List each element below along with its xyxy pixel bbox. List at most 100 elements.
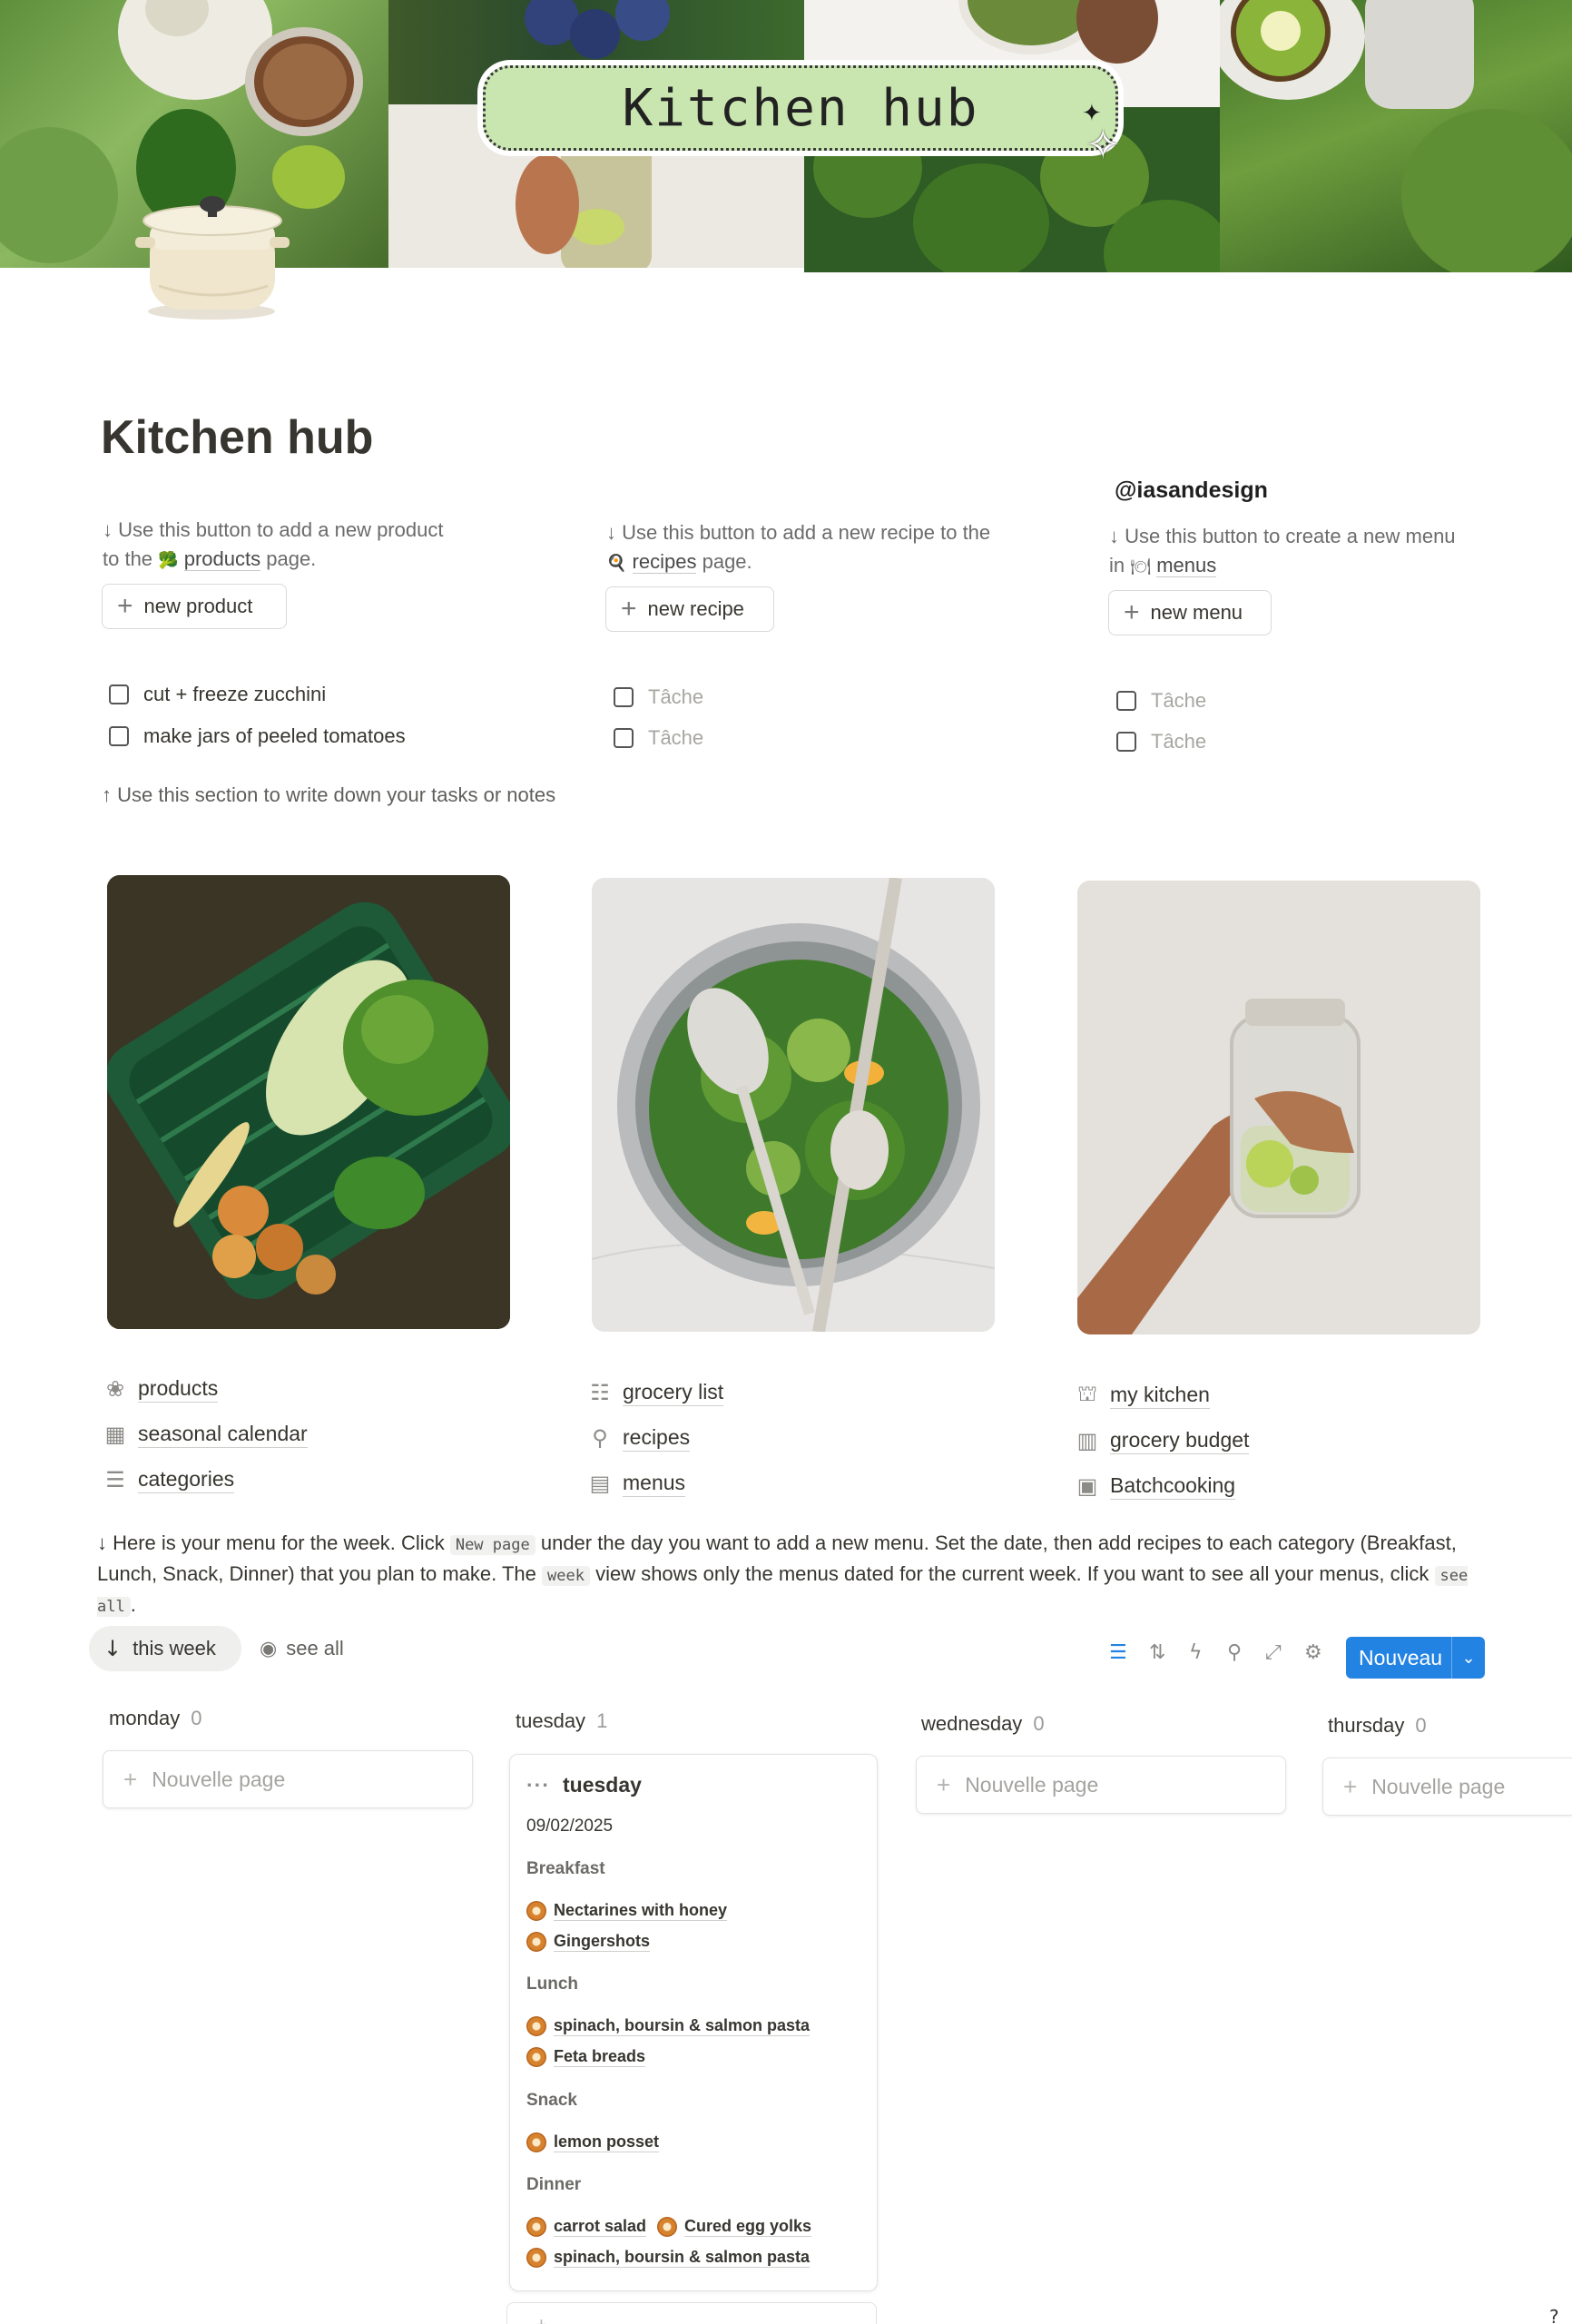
new-page-label-clipped: + bbox=[535, 2313, 547, 2324]
link-products[interactable]: ❀ products bbox=[102, 1375, 219, 1403]
cover-tile-salad bbox=[1220, 0, 1572, 272]
recipe-icon bbox=[526, 1901, 546, 1921]
new-button[interactable]: Nouveau ⌄ bbox=[1346, 1637, 1485, 1679]
menus-link[interactable]: menus bbox=[1156, 554, 1217, 577]
view-tab-see-all[interactable]: ◉ see all bbox=[260, 1626, 344, 1671]
card-title: ··· tuesday bbox=[526, 1773, 642, 1797]
recipe-icon bbox=[526, 2132, 546, 2152]
link-recipes[interactable]: ⚲ recipes bbox=[586, 1424, 691, 1452]
plus-icon: + bbox=[937, 1770, 951, 1798]
plus-icon: + bbox=[1343, 1772, 1358, 1800]
link-categories[interactable]: ☰ categories bbox=[102, 1466, 235, 1493]
new-recipe-button[interactable]: + new recipe bbox=[605, 586, 774, 632]
products-hint: ↓ Use this button to add a new product t… bbox=[103, 518, 444, 571]
todo-item[interactable]: Tâche bbox=[614, 685, 703, 709]
chevron-down-icon[interactable]: ⌄ bbox=[1452, 1649, 1485, 1668]
filter-icon[interactable]: ☰ bbox=[1109, 1643, 1127, 1663]
search-icon[interactable]: ⚲ bbox=[1227, 1643, 1242, 1663]
card-section-label: Breakfast bbox=[526, 1859, 605, 1878]
settings-icon[interactable]: ⚙ bbox=[1304, 1643, 1322, 1663]
products-link[interactable]: products bbox=[183, 547, 261, 571]
automation-icon[interactable]: ϟ bbox=[1189, 1643, 1203, 1663]
plus-icon: + bbox=[621, 594, 637, 624]
checkbox[interactable] bbox=[109, 726, 129, 746]
checkbox[interactable] bbox=[614, 687, 634, 707]
recipe-icon bbox=[657, 2217, 677, 2237]
new-page-button[interactable]: + Nouvelle page bbox=[1322, 1758, 1572, 1816]
checkbox[interactable] bbox=[1116, 691, 1136, 711]
todo-item[interactable]: Tâche bbox=[614, 726, 703, 750]
page-title: Kitchen hub bbox=[101, 411, 374, 464]
calendar-icon: ▦ bbox=[104, 1422, 126, 1447]
recipe-icon bbox=[526, 2047, 546, 2067]
sparkle-icon: ✧ bbox=[1086, 120, 1121, 169]
new-page-button[interactable]: + Nouvelle page bbox=[103, 1750, 473, 1808]
tasks-note: ↑ Use this section to write down your ta… bbox=[102, 783, 556, 806]
board-column-header: wednesday 0 bbox=[921, 1712, 1045, 1735]
checklist-icon: ☷ bbox=[590, 1380, 610, 1405]
author-handle: @iasandesign bbox=[1115, 478, 1268, 503]
plus-icon: + bbox=[1124, 597, 1140, 627]
todo-item[interactable]: Tâche bbox=[1116, 730, 1206, 753]
link-seasonal-calendar[interactable]: ▦ seasonal calendar bbox=[102, 1421, 308, 1448]
recipe-item[interactable]: spinach, boursin & salmon pasta bbox=[526, 2248, 811, 2268]
todo-item[interactable]: cut + freeze zucchini bbox=[109, 683, 326, 706]
expand-icon[interactable]: ⤢ bbox=[1265, 1643, 1282, 1663]
photo-basket bbox=[107, 875, 510, 1329]
recipe-icon bbox=[526, 2248, 546, 2268]
menus-hint: ↓ Use this button to create a new menu i… bbox=[1109, 525, 1456, 577]
card-date: 09/02/2025 bbox=[526, 1817, 614, 1836]
todo-item[interactable]: make jars of peeled tomatoes bbox=[109, 724, 406, 748]
plus-icon: + bbox=[123, 1765, 138, 1793]
help-icon[interactable]: ? bbox=[1549, 2306, 1559, 2324]
new-product-button[interactable]: + new product bbox=[102, 584, 287, 629]
basket-icon: ⛫ bbox=[1076, 1382, 1098, 1406]
new-menu-button[interactable]: + new menu bbox=[1108, 590, 1272, 635]
sort-icon[interactable]: ⇅ bbox=[1149, 1643, 1165, 1663]
recipe-item[interactable]: Cured egg yolks bbox=[657, 2217, 812, 2237]
checkbox[interactable] bbox=[1116, 732, 1136, 752]
recipe-item[interactable]: lemon posset bbox=[526, 2132, 660, 2152]
new-page-button[interactable] bbox=[506, 2302, 877, 2324]
page-icon-pot[interactable] bbox=[132, 186, 295, 322]
link-grocery-list[interactable]: ☷ grocery list bbox=[586, 1379, 724, 1406]
board-column-header: monday 0 bbox=[109, 1707, 202, 1729]
recipe-icon bbox=[526, 2217, 546, 2237]
todo-item[interactable]: Tâche bbox=[1116, 689, 1206, 713]
cover-title-banner: Kitchen hub bbox=[483, 65, 1118, 151]
recipes-link[interactable]: recipes bbox=[632, 550, 697, 574]
card-section-label: Snack bbox=[526, 2091, 577, 2110]
eye-icon: ◉ bbox=[260, 1637, 278, 1660]
card-section-label: Dinner bbox=[526, 2175, 582, 2194]
calendar-icon: ▤ bbox=[589, 1471, 611, 1496]
view-tab-this-week[interactable]: ↓ this week bbox=[89, 1626, 241, 1671]
checkbox[interactable] bbox=[109, 684, 129, 704]
receipt-icon: ▥ bbox=[1076, 1428, 1098, 1453]
recipe-item[interactable]: carrot salad bbox=[526, 2217, 647, 2237]
link-grocery-budget[interactable]: ▥ grocery budget bbox=[1074, 1427, 1250, 1454]
recipe-item[interactable]: Feta breads bbox=[526, 2047, 646, 2067]
search-recipe-icon: ⚲ bbox=[592, 1425, 608, 1451]
recipe-item[interactable]: Gingershots bbox=[526, 1932, 651, 1952]
arrow-down-icon: ↓ bbox=[103, 1636, 123, 1661]
photo-salad-bowl bbox=[592, 878, 995, 1332]
menu-intro-text: ↓ Here is your menu for the week. Click … bbox=[97, 1531, 1469, 1617]
broccoli-icon: ❀ bbox=[105, 1376, 125, 1402]
recipe-item[interactable]: spinach, boursin & salmon pasta bbox=[526, 2016, 811, 2036]
menu-card[interactable]: ··· tuesday 09/02/2025 Breakfast Nectari… bbox=[509, 1754, 878, 2291]
photo-water-glass bbox=[1077, 881, 1480, 1334]
recipe-icon bbox=[526, 2016, 546, 2036]
recipe-icon bbox=[526, 1932, 546, 1952]
board-column-header: tuesday 1 bbox=[516, 1709, 608, 1732]
new-page-button[interactable]: + Nouvelle page bbox=[916, 1756, 1286, 1814]
link-menus[interactable]: ▤ menus bbox=[586, 1470, 686, 1497]
link-batchcooking[interactable]: ▣ Batchcooking bbox=[1074, 1472, 1236, 1500]
recipe-item[interactable]: Nectarines with honey bbox=[526, 1901, 728, 1921]
more-icon[interactable]: ··· bbox=[526, 1773, 550, 1797]
card-section-label: Lunch bbox=[526, 1974, 578, 1994]
checkbox[interactable] bbox=[614, 728, 634, 748]
list-icon: ☰ bbox=[105, 1467, 125, 1492]
plus-icon: + bbox=[117, 591, 133, 621]
recipes-hint: ↓ Use this button to add a new recipe to… bbox=[606, 521, 991, 574]
link-my-kitchen[interactable]: ⛫ my kitchen bbox=[1074, 1382, 1210, 1409]
